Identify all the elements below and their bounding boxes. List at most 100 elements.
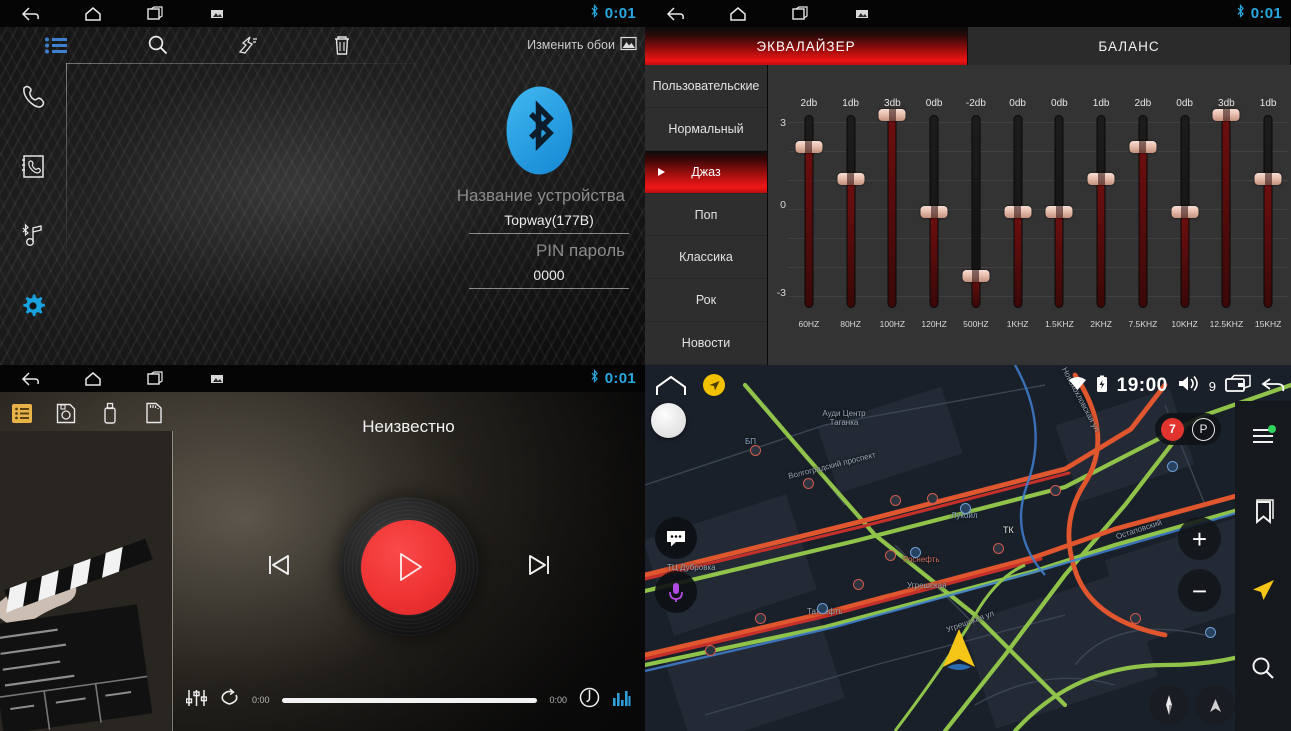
screenshot-icon[interactable] <box>186 8 248 20</box>
home-outline-icon[interactable] <box>655 375 687 402</box>
eq-band[interactable]: 0db 10KHZ <box>1164 65 1206 365</box>
sd-card-icon[interactable] <box>132 395 176 431</box>
eq-band[interactable]: 1db 2KHZ <box>1080 65 1122 365</box>
recents-icon[interactable] <box>769 6 831 21</box>
timer-icon[interactable] <box>579 687 600 713</box>
skip-next-button[interactable] <box>525 550 555 585</box>
visualizer-icon[interactable] <box>612 689 631 712</box>
skip-previous-button[interactable] <box>263 550 293 585</box>
volume-icon[interactable] <box>1177 374 1200 398</box>
sidebar-item-bt-music[interactable] <box>0 203 66 273</box>
map-poi-brand[interactable] <box>910 547 921 558</box>
preset-item-news[interactable]: Новости <box>645 322 767 365</box>
map-poi[interactable] <box>1050 485 1061 496</box>
seek-bar[interactable] <box>281 697 538 703</box>
screenshot-icon[interactable] <box>831 8 893 20</box>
map-poi[interactable] <box>885 550 896 561</box>
chat-bubble-icon[interactable] <box>655 517 697 559</box>
list-icon[interactable] <box>0 27 112 63</box>
map-poi[interactable] <box>890 495 901 506</box>
eq-band[interactable]: 0db 1KHZ <box>997 65 1039 365</box>
back-arrow-icon[interactable] <box>0 6 62 22</box>
map-poi[interactable] <box>1130 613 1141 624</box>
eq-band-thumb[interactable] <box>1045 205 1073 218</box>
eq-band-thumb[interactable] <box>962 269 990 282</box>
zoom-out-button[interactable]: − <box>1178 569 1221 612</box>
preset-item-custom[interactable]: Пользовательские <box>645 65 767 108</box>
map-poi[interactable] <box>803 478 814 489</box>
eq-band-thumb[interactable] <box>1004 205 1032 218</box>
back-arrow-icon[interactable] <box>1261 375 1287 398</box>
back-arrow-icon[interactable] <box>0 371 62 387</box>
eq-band[interactable]: 1db 15KHZ <box>1247 65 1289 365</box>
pin-value[interactable]: 0000 <box>469 261 629 289</box>
eq-band-track[interactable] <box>1221 115 1231 308</box>
recents-icon[interactable] <box>1225 374 1252 398</box>
eq-band[interactable]: 0db 120HZ <box>913 65 955 365</box>
map-poi[interactable] <box>853 579 864 590</box>
hamburger-menu-icon[interactable] <box>1249 425 1277 447</box>
navigation-arrow-icon[interactable] <box>1249 577 1277 603</box>
bookmark-icon[interactable] <box>1251 499 1275 525</box>
tab-balance[interactable]: БАЛАНС <box>968 27 1291 65</box>
home-icon[interactable] <box>62 371 124 387</box>
map-poi[interactable] <box>750 445 761 456</box>
map-poi-brand[interactable] <box>1205 627 1216 638</box>
preset-item-normal[interactable]: Нормальный <box>645 108 767 151</box>
eq-band-thumb[interactable] <box>1171 205 1199 218</box>
trash-icon[interactable] <box>296 27 388 63</box>
search-icon[interactable] <box>1250 655 1276 681</box>
eq-band-thumb[interactable] <box>920 205 948 218</box>
tab-equalizer[interactable]: ЭКВАЛАЙЗЕР <box>645 27 968 65</box>
eq-band-track[interactable] <box>1263 115 1273 308</box>
north-up-icon[interactable] <box>1195 685 1235 725</box>
home-icon[interactable] <box>62 6 124 22</box>
back-arrow-icon[interactable] <box>645 6 707 22</box>
recents-icon[interactable] <box>124 371 186 386</box>
eq-band-track[interactable] <box>887 115 897 308</box>
locate-arrow-icon[interactable] <box>703 374 725 396</box>
zoom-in-button[interactable]: + <box>1178 517 1221 560</box>
usb-icon[interactable] <box>88 395 132 431</box>
eq-band-track[interactable] <box>1096 115 1106 308</box>
floppy-disk-icon[interactable] <box>44 395 88 431</box>
compass-icon[interactable] <box>1149 685 1189 725</box>
pair-device-icon[interactable] <box>204 27 296 63</box>
eq-band[interactable]: 2db 7.5KHZ <box>1122 65 1164 365</box>
play-button[interactable] <box>361 519 456 615</box>
eq-band-thumb[interactable] <box>1212 109 1240 121</box>
sidebar-item-dialer[interactable] <box>0 63 66 133</box>
eq-band[interactable]: 3db 12.5KHZ <box>1206 65 1248 365</box>
map-poi-brand[interactable] <box>1167 461 1178 472</box>
eq-band[interactable]: 1db 80HZ <box>830 65 872 365</box>
eq-band-thumb[interactable] <box>1129 141 1157 154</box>
screenshot-icon[interactable] <box>186 373 248 385</box>
preset-item-jazz[interactable]: Джаз <box>645 150 767 194</box>
map-poi[interactable] <box>927 493 938 504</box>
repeat-icon[interactable] <box>219 688 240 712</box>
eq-band[interactable]: 3db 100HZ <box>872 65 914 365</box>
eq-band-thumb[interactable] <box>837 173 865 186</box>
map-poi[interactable] <box>993 543 1004 554</box>
home-icon[interactable] <box>707 6 769 22</box>
change-wallpaper-button[interactable]: Изменить обои <box>527 36 645 54</box>
playlist-icon[interactable] <box>0 395 44 431</box>
map-poi-brand[interactable] <box>960 503 971 514</box>
preset-item-rock[interactable]: Рок <box>645 279 767 323</box>
traffic-badge[interactable]: 7 <box>1161 417 1184 441</box>
map-joystick-button[interactable] <box>651 403 686 438</box>
preset-item-pop[interactable]: Поп <box>645 194 767 237</box>
parking-badge[interactable]: P <box>1192 417 1215 441</box>
map-poi[interactable] <box>755 613 766 624</box>
recents-icon[interactable] <box>124 6 186 21</box>
search-icon[interactable] <box>112 27 204 63</box>
device-name-value[interactable]: Topway(177B) <box>469 206 629 234</box>
eq-band-thumb[interactable] <box>1254 173 1282 186</box>
eq-band[interactable]: 0db 1.5KHZ <box>1039 65 1081 365</box>
preset-item-classic[interactable]: Классика <box>645 236 767 280</box>
map-poi-brand[interactable] <box>817 603 828 614</box>
eq-band[interactable]: 2db 60HZ <box>788 65 830 365</box>
equalizer-sliders-icon[interactable] <box>185 688 208 713</box>
eq-band-thumb[interactable] <box>1087 173 1115 186</box>
eq-band[interactable]: -2db 500HZ <box>955 65 997 365</box>
